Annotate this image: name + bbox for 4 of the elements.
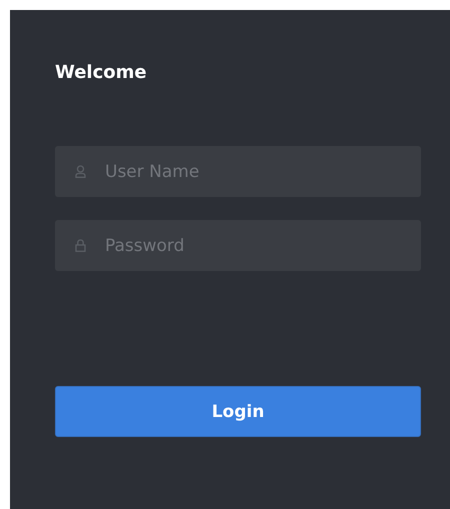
login-button[interactable]: Login bbox=[55, 386, 421, 437]
welcome-title: Welcome bbox=[55, 61, 148, 85]
username-field[interactable]: User Name bbox=[55, 146, 421, 197]
password-field[interactable]: Password bbox=[55, 220, 421, 271]
